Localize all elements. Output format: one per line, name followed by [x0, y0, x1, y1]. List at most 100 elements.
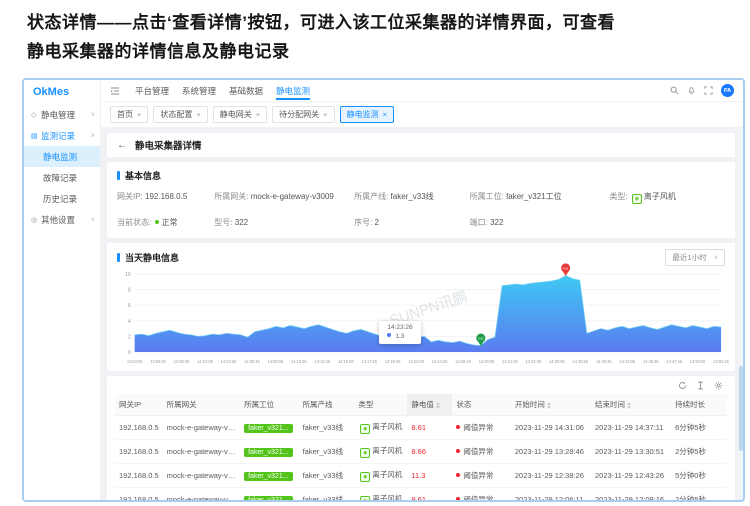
cell-static-value: 8.66	[407, 439, 453, 464]
cell-status: 阈值异常	[452, 439, 511, 464]
cell-static-value: 11.3	[407, 463, 453, 488]
info-label: 序号:	[354, 218, 375, 227]
ion-fan-icon: ◉	[360, 448, 371, 458]
basic-info-title-text: 基本信息	[125, 171, 162, 181]
svg-text:14:52:26: 14:52:26	[713, 359, 729, 364]
sidebar-item[interactable]: 故障记录	[24, 167, 100, 188]
static-value: 9.61	[411, 495, 427, 500]
bell-icon[interactable]	[687, 86, 696, 95]
collapse-sidebar-icon[interactable]	[110, 86, 120, 96]
cell-start-time: 2023-11-29 14:31:06	[510, 415, 591, 440]
page-header: ← 静电采集器详情	[107, 133, 735, 157]
cell-line: faker_v33线	[298, 487, 355, 500]
column-header[interactable]: 结束时间	[591, 394, 672, 416]
cell-static-value: 9.61	[407, 487, 453, 500]
sort-icon[interactable]	[627, 401, 631, 409]
sidebar-item[interactable]: 静电监测	[24, 146, 100, 167]
status-dot	[456, 497, 461, 500]
svg-text:13:56:26: 13:56:26	[150, 359, 166, 364]
avatar[interactable]: PA	[721, 84, 734, 97]
cell-start-time: 2023-11-29 12:06:11	[510, 487, 591, 500]
info-field: 类型: ◉ 离子风机	[609, 191, 725, 204]
tab-close-icon[interactable]: ×	[383, 110, 387, 119]
status-label: 阈值异常	[463, 423, 494, 432]
column-header-label: 状态	[456, 400, 472, 409]
topnav-item[interactable]: 系统管理	[182, 81, 216, 100]
tab-close-icon[interactable]: ×	[196, 110, 200, 119]
sidebar-item-label: 静电监测	[43, 151, 78, 162]
info-label: 当前状态:	[117, 218, 154, 227]
table-row: 192.168.0.5mock-e-gateway-v3009faker_v32…	[115, 415, 727, 440]
info-label: 型号:	[214, 218, 235, 227]
svg-text:14:40:46: 14:40:46	[596, 359, 612, 364]
page-title: 静电采集器详情	[135, 141, 202, 152]
screenshot-root: 状态详情——点击‘查看详情’按钮，可进入该工位采集器的详情界面，可查看 静电采集…	[0, 0, 750, 506]
column-header[interactable]: 静电值	[407, 394, 453, 416]
tab-close-icon[interactable]: ×	[323, 110, 327, 119]
tab[interactable]: 首页 ×	[110, 106, 149, 123]
column-header-label: 所属网关	[166, 400, 197, 409]
settings-icon[interactable]	[714, 381, 723, 390]
sidebar-item[interactable]: ◎ 其他设置 ∨	[24, 209, 100, 230]
cell-end-time: 2023-11-29 12:08:16	[591, 487, 672, 500]
ion-fan-icon: ◉	[360, 472, 371, 482]
info-value: 2	[374, 218, 379, 227]
topnav-item[interactable]: 基础数据	[229, 81, 263, 100]
svg-text:14:22:06: 14:22:06	[408, 359, 424, 364]
column-header[interactable]: 开始时间	[510, 394, 591, 416]
column-header-label: 网关IP	[119, 400, 142, 409]
column-header-label: 所属工位	[244, 400, 275, 409]
scrollbar-thumb[interactable]	[739, 366, 743, 451]
ion-fan-icon: ◉	[631, 194, 642, 204]
tab-close-icon[interactable]: ×	[256, 110, 260, 119]
column-header: 网关IP	[115, 394, 163, 416]
scrollbar-track[interactable]	[739, 126, 743, 500]
chevron-icon: ∨	[90, 217, 95, 223]
svg-text:14:10:26: 14:10:26	[291, 359, 307, 364]
status-dot	[456, 425, 461, 429]
tooltip-time: 14:23:26	[387, 323, 413, 331]
info-label: 所属产线:	[354, 192, 391, 201]
time-range-select[interactable]: 最近1小时 ∨	[665, 249, 725, 266]
tab-label: 待分配网关	[279, 110, 320, 119]
cell-type: ◉离子风机	[354, 415, 408, 440]
chart-title: 当天静电信息	[117, 251, 179, 264]
cell-start-time: 2023-11-29 12:38:26	[510, 463, 591, 488]
sidebar-item[interactable]: ▤ 监测记录 ∧	[24, 125, 100, 146]
cell-station: faker_v321...	[240, 463, 299, 488]
tab[interactable]: 状态配置 ×	[153, 106, 208, 123]
column-header: 类型	[354, 394, 408, 416]
static-value: 11.3	[411, 471, 426, 480]
fullscreen-icon[interactable]	[704, 86, 713, 95]
cell-duration: 2分钟5秒	[671, 487, 727, 500]
tab[interactable]: 静电网关 ×	[212, 106, 268, 123]
sidebar-item[interactable]: 历史记录	[24, 188, 100, 209]
cell-line: faker_v33线	[298, 463, 355, 488]
tab[interactable]: 静电监测 ×	[339, 106, 394, 123]
tab[interactable]: 待分配网关 ×	[272, 106, 335, 123]
svg-text:14:12:46: 14:12:46	[315, 359, 331, 364]
svg-text:14:36:06: 14:36:06	[549, 359, 565, 364]
refresh-icon[interactable]	[678, 381, 687, 390]
sidebar-menu: ◇ 静电管理 ∨ ▤ 监测记录 ∧ 静电监测故障记录历史记录 ◎ 其他设置 ∨	[24, 104, 100, 230]
cell-line: faker_v33线	[298, 439, 355, 464]
type-label: 离子风机	[372, 446, 403, 455]
back-arrow-icon[interactable]: ←	[117, 140, 127, 151]
tab-close-icon[interactable]: ×	[137, 110, 141, 119]
sort-icon[interactable]	[546, 401, 551, 409]
column-header-label: 开始时间	[514, 400, 545, 409]
topnav-item[interactable]: 平台管理	[135, 81, 169, 100]
search-icon[interactable]	[670, 86, 679, 95]
sidebar-item[interactable]: ◇ 静电管理 ∨	[24, 104, 100, 125]
svg-text:14:47:46: 14:47:46	[666, 359, 682, 364]
static-value: 8.66	[411, 447, 427, 456]
table-row: 192.168.0.5mock-e-gateway-v3009faker_v32…	[115, 487, 727, 500]
column-height-icon[interactable]	[696, 381, 705, 390]
basic-info-card: 基本信息 网关IP: 192.168.0.5 所属网关: mock-e-gatew…	[107, 162, 735, 238]
table-row: 192.168.0.5mock-e-gateway-v3009faker_v32…	[115, 439, 727, 464]
sidebar-item-label: 故障记录	[43, 172, 78, 183]
topnav-item[interactable]: 静电监测	[276, 81, 311, 100]
sort-icon[interactable]	[435, 401, 440, 409]
cell-type: ◉离子风机	[354, 463, 408, 488]
cell-station: faker_v321...	[240, 415, 299, 440]
